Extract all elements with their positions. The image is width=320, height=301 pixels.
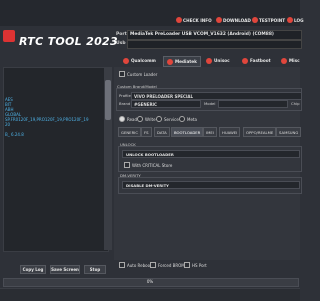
critical-store-checkbox[interactable]: With CRITICAL Store — [124, 162, 172, 168]
tab-imei[interactable]: IMEI — [203, 127, 217, 137]
chip-label: Chip — [291, 101, 300, 106]
unisoc-icon — [206, 57, 212, 64]
radio-icon — [179, 116, 185, 122]
brand-input[interactable]: #GENERIC — [131, 100, 201, 108]
tab-generic[interactable]: GENERIC — [118, 127, 141, 137]
misc-icon — [281, 57, 287, 64]
mode-read-radio[interactable]: Read — [119, 116, 137, 122]
log-panel[interactable]: AES BIT ABH GLOBAL SP.FR0120F_19,PRO120F… — [3, 67, 109, 252]
log-icon — [287, 17, 293, 23]
unlock-select[interactable]: UNLOCK BOOTLOADER — [122, 150, 300, 158]
qualcomm-icon — [123, 57, 129, 64]
fastboot-icon — [242, 57, 248, 64]
download-icon — [216, 17, 222, 23]
mode-write-label: Write — [145, 116, 156, 122]
checkbox-icon — [119, 71, 125, 77]
tab-data[interactable]: DATA — [154, 127, 170, 137]
check-info-label: CHECK INFO — [183, 17, 212, 23]
mode-service-radio[interactable]: Service — [156, 116, 179, 122]
model-input[interactable] — [218, 100, 288, 108]
radio-icon — [137, 116, 143, 122]
custom-loader-label: Custom Loader — [127, 71, 158, 77]
testpoint-icon — [252, 17, 258, 23]
checkbox-icon — [150, 262, 156, 268]
mode-meta-radio[interactable]: Meta — [179, 116, 197, 122]
custom-loader-checkbox[interactable]: Custom Loader — [119, 71, 157, 77]
info-icon — [176, 17, 182, 23]
testpoint-button[interactable]: TESTPOINT — [252, 16, 285, 24]
usb-select[interactable] — [127, 40, 302, 49]
app-title: RTC TOOL 2023 — [19, 35, 118, 48]
checkbox-icon — [124, 162, 130, 168]
tab-mediatek[interactable]: Mediatek — [163, 56, 201, 67]
progress-text: 0% — [146, 279, 154, 284]
log-line: 20 — [5, 122, 11, 127]
auto-reboot-label: Auto Reboot — [127, 262, 152, 268]
tab-samsung[interactable]: SAMSUNG — [276, 127, 302, 137]
copy-log-button[interactable]: Copy Log — [20, 265, 46, 274]
profile-label: Profile — [119, 93, 131, 98]
tab-fs[interactable]: FS — [141, 127, 152, 137]
hs-port-checkbox[interactable]: HS Port — [184, 262, 207, 268]
tab-fastboot-label: Fastboot — [250, 58, 271, 63]
mode-meta-label: Meta — [187, 116, 197, 122]
profile-value: VIVO PRELOADER SPECIAL — [134, 93, 194, 99]
forced-brom-label: Forced BROM — [158, 262, 185, 268]
tab-qualcomm-label: Qualcomm — [131, 58, 156, 63]
hs-port-label: HS Port — [192, 262, 207, 268]
mode-service-label: Service — [164, 116, 179, 122]
usb-label: Usb — [116, 41, 126, 46]
tab-mediatek-label: Mediatek — [175, 59, 197, 64]
save-screen-button[interactable]: Save Screen — [50, 265, 80, 274]
mode-write-radio[interactable]: Write — [137, 116, 156, 122]
tab-unisoc-label: Unisoc — [214, 58, 230, 63]
mediatek-icon — [167, 58, 173, 65]
log-line: B_ 6.24.8 — [5, 132, 24, 137]
checkbox-icon — [184, 262, 190, 268]
tab-unisoc[interactable]: Unisoc — [203, 56, 233, 65]
tab-fastboot[interactable]: Fastboot — [239, 56, 274, 65]
port-select[interactable]: MediaTek PreLoader USB VCOM_V1632 (Andro… — [127, 30, 302, 40]
tab-misc-label: Misc — [289, 58, 300, 63]
log-scrollbar-thumb[interactable] — [105, 80, 111, 120]
radio-icon — [156, 116, 162, 122]
brand-value: #GENERIC — [134, 101, 157, 107]
testpoint-label: TESTPOINT — [259, 17, 286, 23]
status-bar — [0, 288, 300, 301]
log-line: SP.FR0120F_19,PRO120F_19,PRO120F_19 — [5, 117, 89, 122]
log-label: LOG — [294, 17, 304, 23]
port-label: Port — [116, 32, 127, 37]
tab-oppo-realme[interactable]: OPPO/REALME — [243, 127, 277, 137]
log-button[interactable]: LOG — [287, 16, 304, 24]
tab-qualcomm[interactable]: Qualcomm — [120, 56, 159, 65]
checkbox-icon — [119, 262, 125, 268]
check-info-button[interactable]: CHECK INFO — [176, 16, 212, 24]
auto-reboot-checkbox[interactable]: Auto Reboot — [119, 262, 152, 268]
download-button[interactable]: DOWNLOAD — [216, 16, 251, 24]
mode-read-label: Read — [127, 116, 138, 122]
model-label: Model — [204, 101, 216, 106]
stop-button[interactable]: Stop — [84, 265, 106, 274]
unlock-selected: UNLOCK BOOTLOADER — [126, 151, 174, 157]
port-value: MediaTek PreLoader USB VCOM_V1632 (Andro… — [130, 32, 274, 37]
brand-label: Brand — [119, 101, 131, 106]
app-logo-icon — [3, 30, 15, 42]
dm-verity-selected: DISABLE DM-VERITY — [126, 182, 169, 188]
download-label: DOWNLOAD — [223, 17, 251, 23]
forced-brom-checkbox[interactable]: Forced BROM — [150, 262, 185, 268]
critical-store-label: With CRITICAL Store — [132, 162, 173, 168]
tab-bootloader[interactable]: BOOTLOADER — [171, 127, 204, 137]
tab-misc[interactable]: Misc — [278, 56, 303, 65]
radio-icon — [119, 116, 125, 122]
tab-huawei[interactable]: HUAWEI — [219, 127, 241, 137]
profile-select[interactable]: VIVO PRELOADER SPECIAL — [131, 92, 302, 100]
dm-verity-select[interactable]: DISABLE DM-VERITY — [122, 181, 300, 189]
